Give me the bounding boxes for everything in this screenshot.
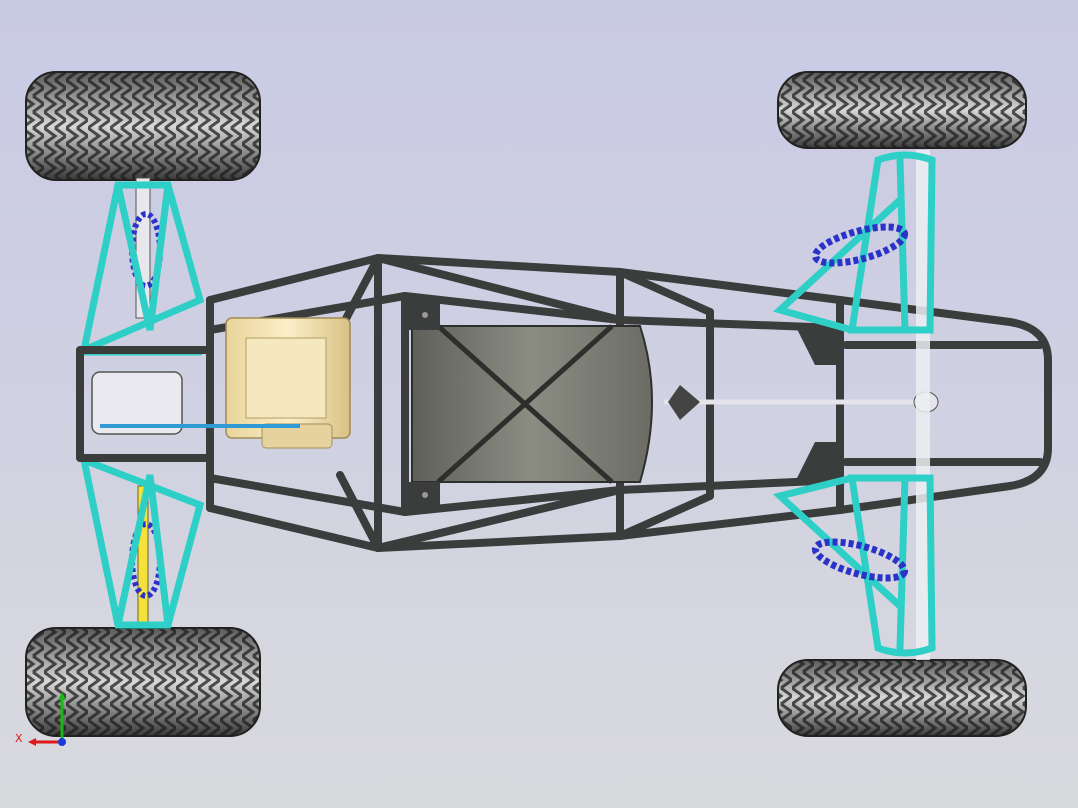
cad-viewport[interactable]: X — [0, 0, 1078, 808]
z-axis-dot — [58, 738, 66, 746]
coordinate-triad: X — [15, 692, 66, 746]
tire-rear-left — [25, 71, 261, 181]
tire-rear-right — [777, 71, 1027, 149]
steering-column — [664, 150, 939, 660]
buggy-model[interactable] — [0, 0, 1078, 808]
engine — [91, 317, 351, 449]
tire-front-right — [777, 659, 1027, 737]
seat — [411, 324, 653, 484]
x-axis-label: X — [15, 732, 23, 745]
